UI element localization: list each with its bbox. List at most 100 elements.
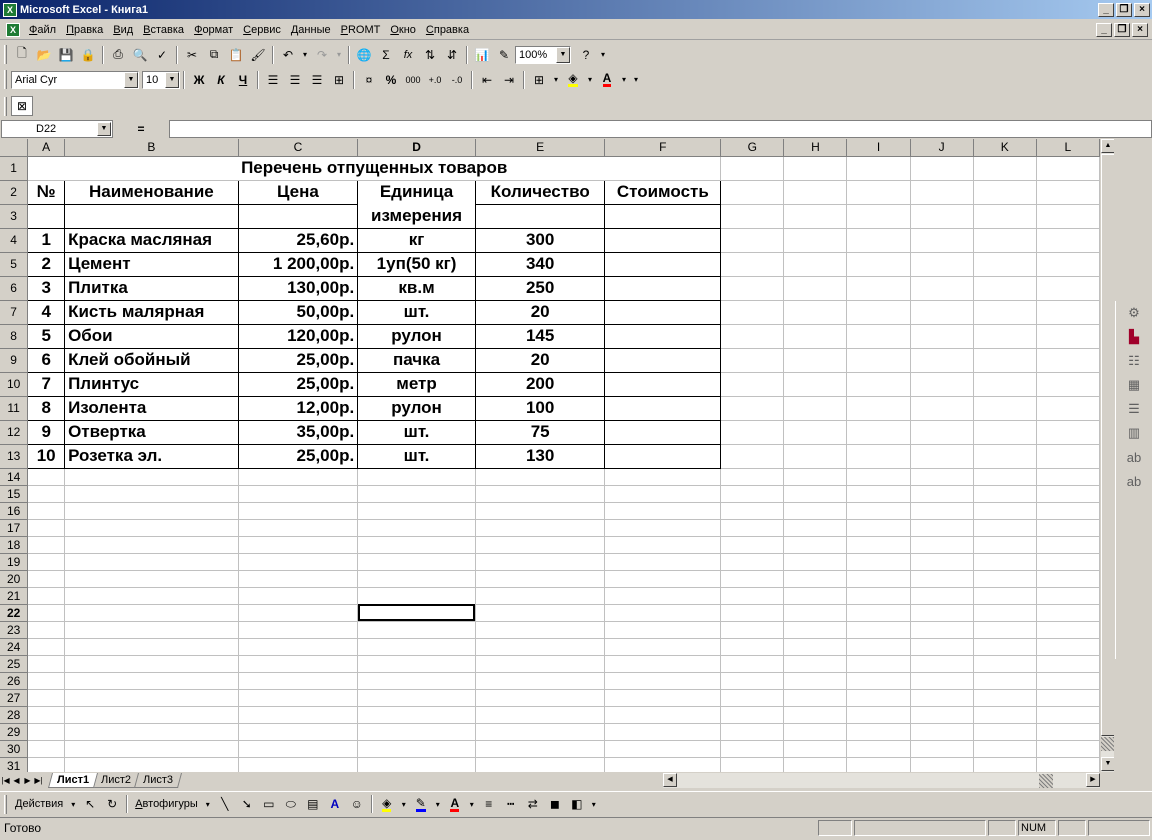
- row-header[interactable]: 20: [0, 570, 29, 588]
- free-rotate-icon[interactable]: ↻: [101, 794, 123, 814]
- close-button[interactable]: ×: [1134, 2, 1150, 17]
- select-objects-icon[interactable]: ↖: [79, 794, 101, 814]
- line-icon[interactable]: ╲: [214, 794, 236, 814]
- workbook-icon[interactable]: X: [6, 22, 20, 37]
- formula-input[interactable]: [169, 120, 1152, 138]
- item-cost-cell[interactable]: [604, 275, 722, 301]
- decrease-indent-icon[interactable]: ⇤: [476, 70, 498, 90]
- open-icon[interactable]: 📂: [33, 45, 55, 65]
- insert-function-icon[interactable]: fx: [397, 45, 419, 65]
- chevron-down-icon[interactable]: ▼: [97, 122, 111, 136]
- row-header[interactable]: 13: [0, 444, 29, 469]
- actions-menu[interactable]: Действия: [11, 798, 67, 810]
- item-num-cell[interactable]: 9: [27, 419, 66, 445]
- permission-icon[interactable]: 🔒: [77, 45, 99, 65]
- item-unit-cell[interactable]: рулон: [357, 323, 476, 349]
- row-header[interactable]: 25: [0, 655, 29, 673]
- first-sheet-icon[interactable]: |◀: [0, 774, 11, 787]
- menu-promt[interactable]: PROMT: [336, 24, 386, 36]
- column-header[interactable]: B: [64, 139, 239, 157]
- row-header[interactable]: 18: [0, 536, 29, 554]
- borders-dropdown-icon[interactable]: ▾: [550, 70, 562, 90]
- sheet-tab-1[interactable]: Лист1: [47, 773, 99, 788]
- column-header[interactable]: D: [357, 139, 476, 157]
- row-header[interactable]: 8: [0, 324, 29, 349]
- redo-dropdown-icon[interactable]: ▾: [333, 45, 345, 65]
- scroll-up-icon[interactable]: ▲: [1101, 139, 1115, 153]
- toolbar-options-icon[interactable]: ▾: [597, 45, 609, 65]
- font-size-select[interactable]: 10 ▼: [142, 70, 180, 89]
- row-header[interactable]: 2: [0, 180, 29, 205]
- column-header[interactable]: K: [973, 139, 1037, 157]
- print-icon[interactable]: ⎙: [107, 45, 129, 65]
- zoom-select[interactable]: 100% ▼: [515, 45, 571, 64]
- row-header[interactable]: 28: [0, 706, 29, 724]
- header-price-cell[interactable]: Цена: [237, 179, 359, 205]
- sheet-title-cell[interactable]: Перечень отпущенных товаров: [27, 156, 722, 181]
- row-header[interactable]: 7: [0, 300, 29, 325]
- autoshapes-menu[interactable]: Автофигуры: [131, 798, 202, 810]
- column-header[interactable]: C: [238, 139, 359, 157]
- font-color-icon[interactable]: A: [596, 70, 618, 90]
- menu-data[interactable]: Данные: [286, 24, 336, 36]
- scroll-right-icon[interactable]: ▶: [1086, 773, 1100, 787]
- sort-ascending-icon[interactable]: ⇅: [419, 45, 441, 65]
- row-header[interactable]: 24: [0, 638, 29, 656]
- save-icon[interactable]: 💾: [55, 45, 77, 65]
- next-sheet-icon[interactable]: ▶: [22, 774, 33, 787]
- undo-dropdown-icon[interactable]: ▾: [299, 45, 311, 65]
- header-unit2-cell[interactable]: измерения: [357, 204, 476, 229]
- italic-button[interactable]: К: [210, 70, 232, 90]
- properties-icon[interactable]: ⚙: [1120, 301, 1148, 325]
- column-header[interactable]: G: [720, 139, 785, 157]
- align-left-icon[interactable]: ☰: [262, 70, 284, 90]
- item-unit-cell[interactable]: рулон: [357, 395, 476, 421]
- menu-file[interactable]: Файл: [24, 24, 61, 36]
- header-name-cell[interactable]: Наименование: [64, 179, 239, 205]
- item-price-cell[interactable]: 25,00р.: [237, 443, 359, 469]
- percent-button[interactable]: %: [380, 70, 402, 90]
- font-color-dropdown-icon[interactable]: ▾: [618, 70, 630, 90]
- sheet-tab-3[interactable]: Лист3: [134, 773, 183, 788]
- scroll-thumb[interactable]: [1101, 154, 1115, 736]
- item-num-cell[interactable]: 10: [27, 443, 66, 469]
- new-icon[interactable]: 🗋: [11, 45, 33, 65]
- header-cost-cell[interactable]: Стоимость: [604, 179, 722, 205]
- row-header[interactable]: 9: [0, 348, 29, 373]
- format-painter-icon[interactable]: 🖌: [247, 45, 269, 65]
- row-header[interactable]: 6: [0, 276, 29, 301]
- text-box-icon[interactable]: ▤: [302, 794, 324, 814]
- item-name-cell[interactable]: Отвертка: [64, 419, 239, 445]
- item-price-cell[interactable]: 50,00р.: [237, 299, 359, 325]
- fill-color-icon[interactable]: ◈: [376, 794, 398, 814]
- row-header[interactable]: 30: [0, 740, 29, 758]
- item-price-cell[interactable]: 130,00р.: [237, 275, 359, 301]
- decrease-decimal-icon[interactable]: -.0: [446, 70, 468, 90]
- spelling-icon[interactable]: ✓: [151, 45, 173, 65]
- shadow-icon[interactable]: ◼: [544, 794, 566, 814]
- by-row-icon[interactable]: ☰: [1120, 397, 1148, 421]
- borders-icon[interactable]: ⊞: [528, 70, 550, 90]
- item-name-cell[interactable]: Краска масляная: [64, 227, 239, 253]
- fill-dropdown-icon[interactable]: ▾: [398, 794, 410, 814]
- row-header[interactable]: 26: [0, 672, 29, 690]
- fill-color-icon[interactable]: ◈: [562, 70, 584, 90]
- toolbar-options-icon[interactable]: ▾: [630, 70, 642, 90]
- minimize-button[interactable]: _: [1098, 2, 1114, 17]
- redo-icon[interactable]: ↷: [311, 45, 333, 65]
- item-unit-cell[interactable]: кв.м: [357, 275, 476, 301]
- item-unit-cell[interactable]: шт.: [357, 419, 476, 445]
- autosum-icon[interactable]: Σ: [375, 45, 397, 65]
- doc-restore-button[interactable]: ❐: [1114, 22, 1130, 37]
- currency-icon[interactable]: ¤: [358, 70, 380, 90]
- row-header[interactable]: 15: [0, 485, 29, 503]
- item-cost-cell[interactable]: [604, 299, 722, 325]
- item-price-cell[interactable]: 25,00р.: [237, 347, 359, 373]
- scroll-down-icon[interactable]: ▼: [1101, 757, 1115, 771]
- header-unit-cell[interactable]: Единица: [357, 179, 476, 204]
- item-num-cell[interactable]: 2: [27, 251, 66, 277]
- item-qty-cell[interactable]: 340: [474, 251, 606, 277]
- item-num-cell[interactable]: 5: [27, 323, 66, 349]
- print-preview-icon[interactable]: 🔍: [129, 45, 151, 65]
- item-name-cell[interactable]: Изолента: [64, 395, 239, 421]
